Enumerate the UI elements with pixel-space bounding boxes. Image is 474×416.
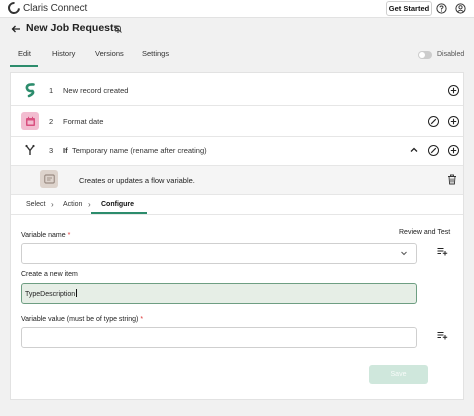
text-caret [76, 289, 78, 297]
step-number: 2 [49, 117, 54, 126]
claris-logo-icon [5, 0, 23, 17]
active-tab-indicator [10, 65, 38, 67]
create-new-item-value: TypeDescription [25, 291, 76, 298]
review-and-test-label[interactable]: Review and Test [399, 229, 450, 236]
tab-edit[interactable]: Edit [18, 49, 31, 58]
disable-step-button[interactable] [428, 145, 439, 156]
plus-icon [450, 118, 457, 125]
chevron-right-icon: › [88, 200, 91, 209]
arrow-left-icon[interactable] [10, 23, 22, 35]
step-number: 1 [49, 86, 54, 95]
add-step-button[interactable] [448, 85, 459, 96]
variable-name-select[interactable] [21, 243, 417, 264]
help-circle-icon[interactable] [436, 3, 447, 14]
bell-off-icon[interactable] [113, 24, 123, 34]
user-icon[interactable] [455, 3, 466, 14]
title-bar: New Job Requests [0, 18, 474, 40]
flow-step-1[interactable]: 1 New record created [11, 75, 463, 106]
insert-field-icon[interactable] [437, 247, 448, 256]
sub-step-row[interactable]: Creates or updates a flow variable. [11, 166, 463, 195]
disable-step-button[interactable] [428, 116, 439, 127]
flow-trigger-icon [21, 81, 39, 99]
brand-name: Claris Connect [23, 2, 88, 14]
tab-bar: Edit History Versions Settings Disabled [0, 40, 474, 68]
save-button[interactable]: Save [369, 365, 428, 384]
create-new-item-input[interactable]: TypeDescription [21, 283, 417, 304]
block-icon [430, 147, 437, 154]
flow-step-3[interactable]: 3 If Temporary name (rename after creati… [11, 135, 463, 166]
step-label: Format date [63, 117, 104, 126]
active-breadcrumb-indicator [91, 212, 147, 214]
top-bar: Claris Connect Get Started [0, 0, 474, 18]
chevron-up-icon[interactable] [409, 145, 419, 155]
step-number: 3 [49, 146, 54, 155]
variable-name-label: Variable name * [21, 232, 71, 239]
tab-history[interactable]: History [52, 49, 75, 58]
variable-value-input[interactable] [21, 327, 417, 348]
tab-versions[interactable]: Versions [95, 49, 124, 58]
step-label: Temporary name (rename after creating) [72, 146, 207, 155]
create-new-item-label: Create a new item [21, 271, 78, 278]
trash-icon[interactable] [447, 174, 457, 185]
brand-logo[interactable]: Claris Connect [5, 0, 88, 17]
step-label: New record created [63, 86, 129, 95]
get-started-button[interactable]: Get Started [386, 1, 432, 16]
insert-field-icon[interactable] [437, 331, 448, 340]
plus-icon [450, 87, 457, 94]
add-step-button[interactable] [448, 145, 459, 156]
breadcrumb: Select › Action › Configure [11, 195, 463, 215]
flow-step-2[interactable]: 2 Format date [11, 106, 463, 137]
page-title: New Job Requests [26, 22, 120, 34]
variable-value-label: Variable value (must be of type string) … [21, 316, 144, 323]
breadcrumb-configure[interactable]: Configure [101, 201, 134, 208]
toggle-status-label: Disabled [437, 51, 465, 58]
sub-step-label: Creates or updates a flow variable. [79, 176, 195, 185]
breadcrumb-action[interactable]: Action [63, 201, 82, 208]
add-step-button[interactable] [448, 116, 459, 127]
chevron-right-icon: › [51, 200, 54, 209]
block-icon [430, 118, 437, 125]
enable-toggle[interactable] [418, 51, 432, 59]
chevron-down-icon [400, 249, 408, 257]
breadcrumb-select[interactable]: Select [26, 201, 45, 208]
step-prefix: If [63, 146, 68, 155]
flow-editor-panel: 1 New record created 2 Format date 3 If … [10, 72, 464, 400]
calendar-icon [21, 112, 39, 130]
variable-icon [40, 170, 58, 188]
plus-icon [450, 147, 457, 154]
tab-settings[interactable]: Settings [142, 49, 169, 58]
branch-icon [21, 141, 39, 159]
